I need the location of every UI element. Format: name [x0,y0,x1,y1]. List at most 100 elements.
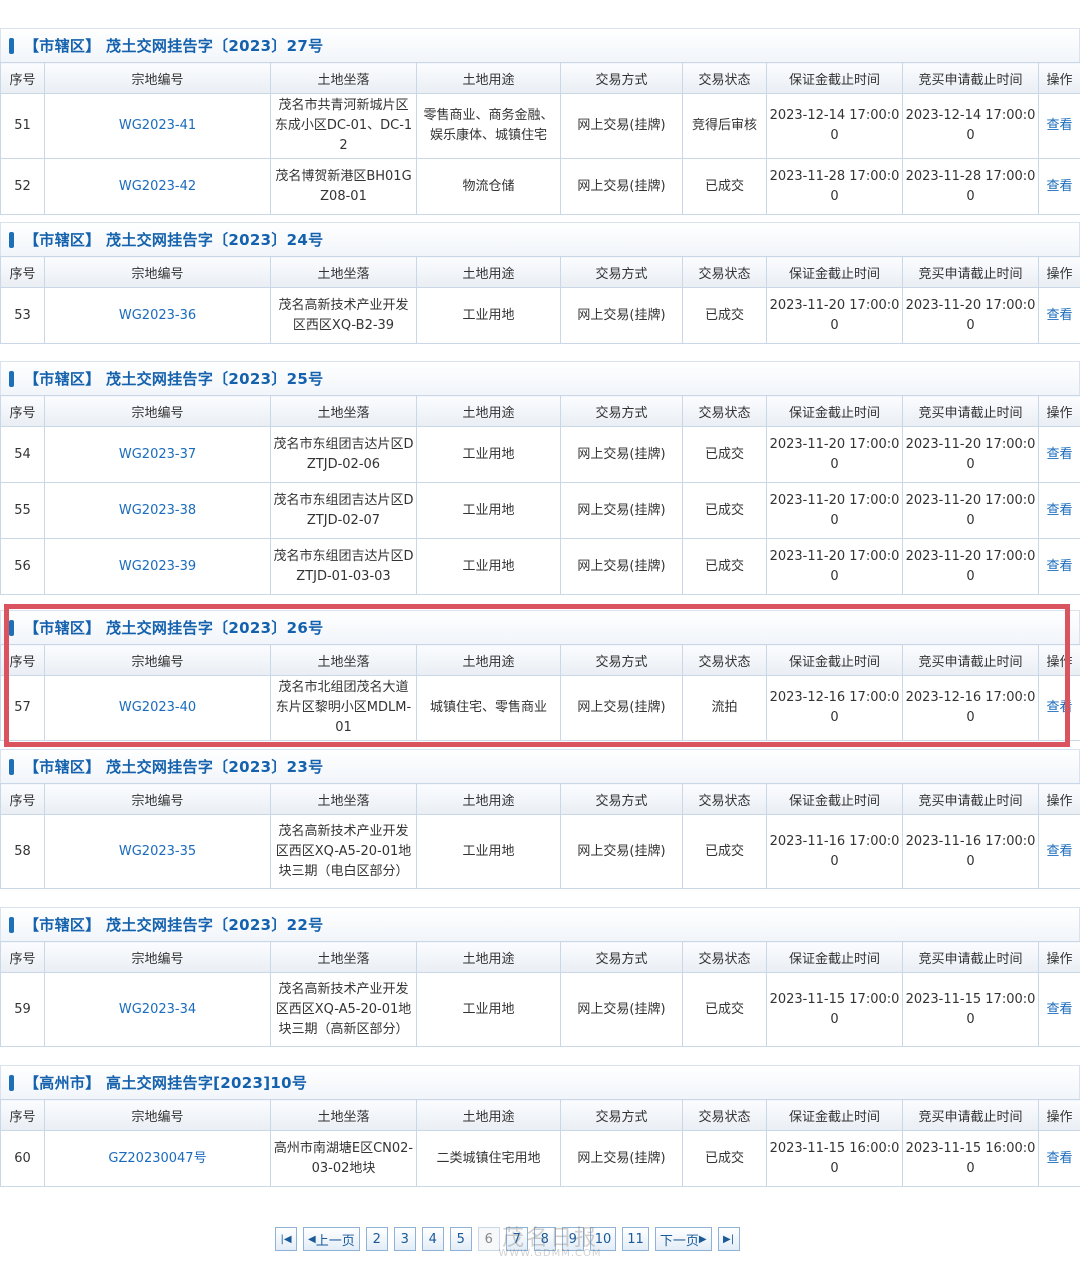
next-page-button[interactable]: 下一页 ▶ [654,1227,712,1251]
view-link[interactable]: 查看 [1038,538,1080,595]
page-11-button[interactable]: 11 [622,1227,649,1251]
view-link[interactable]: 查看 [1038,482,1080,539]
col-no-header: 序号 [0,783,45,815]
col-trade-status-header: 交易状态 [682,644,767,676]
page-10-button[interactable]: 10 [589,1227,617,1251]
table-row: 59 WG2023-34 茂名高新技术产业开发区西区XQ-A5-20-01地块三期（… [0,972,1080,1047]
listing-table: 序号 宗地编号 土地坐落 土地用途 交易方式 交易状态 保证金截止时间 竞买申请截止时间 操作 5… [0,644,1080,741]
col-deposit-deadline-header: 保证金截止时间 [766,941,903,973]
parcel-code-link[interactable]: WG2023-41 [44,93,271,159]
col-apply-deadline-header: 竞买申请截止时间 [902,256,1039,288]
table-row: 53 WG2023-36 茂名高新技术产业开发区西区XQ-B2-39 工业用地 网上交易… [0,287,1080,344]
page-9-button[interactable]: 9 [561,1227,584,1251]
page-3-button[interactable]: 3 [393,1227,416,1251]
land-use-cell: 工业用地 [416,287,561,344]
col-action-header: 操作 [1038,644,1080,676]
table-header-row: 序号 宗地编号 土地坐落 土地用途 交易方式 交易状态 保证金截止时间 竞买申请截止时间 操作 [0,395,1080,427]
section-header: 【市辖区】 茂土交网挂告字〔2023〕26号 [0,610,1080,644]
col-trade-method-header: 交易方式 [560,941,683,973]
col-trade-method-header: 交易方式 [560,395,683,427]
page-2-button[interactable]: 2 [365,1227,388,1251]
section-marker-icon [9,758,14,775]
deposit-deadline-cell: 2023-12-14 17:00:00 [766,93,903,159]
parcel-code-link[interactable]: GZ20230047号 [44,1130,271,1187]
deposit-deadline-cell: 2023-11-15 17:00:00 [766,972,903,1047]
last-page-button[interactable]: ▶| [717,1227,740,1251]
col-no-header: 序号 [0,1099,45,1131]
table-header-row: 序号 宗地编号 土地坐落 土地用途 交易方式 交易状态 保证金截止时间 竞买申请截止时间 操作 [0,644,1080,676]
land-use-cell: 工业用地 [416,538,561,595]
apply-deadline-cell: 2023-12-16 17:00:00 [902,675,1039,741]
parcel-code-link[interactable]: WG2023-42 [44,158,271,215]
section-title[interactable]: 【市辖区】 茂土交网挂告字〔2023〕27号 [24,35,323,56]
parcel-code-link[interactable]: WG2023-36 [44,287,271,344]
page-6-button[interactable]: 6 [477,1227,500,1251]
col-trade-method-header: 交易方式 [560,1099,683,1131]
col-deposit-deadline-header: 保证金截止时间 [766,1099,903,1131]
view-link[interactable]: 查看 [1038,426,1080,483]
listing-section: 【市辖区】 茂土交网挂告字〔2023〕26号序号 宗地编号 土地坐落 土地用途 交易方式… [0,610,1080,741]
table-row: 57 WG2023-40 茂名市北组团茂名大道东片区黎明小区MDLM-01 城镇住宅、… [0,675,1080,741]
first-page-button[interactable]: |◀ [275,1227,297,1251]
trade-status-cell: 已成交 [682,287,767,344]
table-row: 60 GZ20230047号 高州市南湖塘E区CN02-03-02地块 二类城镇住宅用… [0,1130,1080,1187]
table-row: 55 WG2023-38 茂名市东组团吉达片区DZTJD-02-07 工业用地 网上交易… [0,482,1080,539]
parcel-code-link[interactable]: WG2023-40 [44,675,271,741]
parcel-code-link[interactable]: WG2023-39 [44,538,271,595]
parcel-code-link[interactable]: WG2023-38 [44,482,271,539]
land-use-cell: 工业用地 [416,482,561,539]
deposit-deadline-cell: 2023-11-20 17:00:00 [766,426,903,483]
trade-status-cell: 已成交 [682,1130,767,1187]
col-no-header: 序号 [0,256,45,288]
prev-page-button[interactable]: ◀ 上一页 [303,1227,360,1251]
row-number: 53 [0,287,45,344]
page-5-button[interactable]: 5 [449,1227,472,1251]
row-number: 60 [0,1130,45,1187]
row-number: 55 [0,482,45,539]
view-link[interactable]: 查看 [1038,158,1080,215]
land-use-cell: 零售商业、商务金融、娱乐康体、城镇住宅 [416,93,561,159]
page-4-button[interactable]: 4 [421,1227,444,1251]
first-page-icon: |◀ [280,1233,292,1245]
land-use-cell: 工业用地 [416,426,561,483]
section-title[interactable]: 【市辖区】 茂土交网挂告字〔2023〕24号 [24,229,323,250]
apply-deadline-cell: 2023-11-16 17:00:00 [902,814,1039,889]
listing-table: 序号 宗地编号 土地坐落 土地用途 交易方式 交易状态 保证金截止时间 竞买申请截止时间 操作 5… [0,256,1080,344]
section-title[interactable]: 【市辖区】 茂土交网挂告字〔2023〕22号 [24,914,323,935]
view-link[interactable]: 查看 [1038,1130,1080,1187]
land-use-cell: 工业用地 [416,814,561,889]
col-location-header: 土地坐落 [270,256,417,288]
table-header-row: 序号 宗地编号 土地坐落 土地用途 交易方式 交易状态 保证金截止时间 竞买申请截止时间 操作 [0,62,1080,94]
section-title[interactable]: 【市辖区】 茂土交网挂告字〔2023〕26号 [24,617,323,638]
parcel-code-link[interactable]: WG2023-37 [44,426,271,483]
trade-status-cell: 已成交 [682,538,767,595]
col-action-header: 操作 [1038,1099,1080,1131]
view-link[interactable]: 查看 [1038,675,1080,741]
table-header-row: 序号 宗地编号 土地坐落 土地用途 交易方式 交易状态 保证金截止时间 竞买申请截止时间 操作 [0,256,1080,288]
col-apply-deadline-header: 竞买申请截止时间 [902,783,1039,815]
view-link[interactable]: 查看 [1038,93,1080,159]
col-no-header: 序号 [0,62,45,94]
page-8-button[interactable]: 8 [533,1227,556,1251]
view-link[interactable]: 查看 [1038,287,1080,344]
next-page-label: 下一页 [659,1233,699,1249]
col-trade-status-header: 交易状态 [682,783,767,815]
section-title[interactable]: 【高州市】 高土交网挂告字[2023]10号 [24,1072,307,1093]
col-trade-method-header: 交易方式 [560,644,683,676]
view-link[interactable]: 查看 [1038,814,1080,889]
location-cell: 茂名市共青河新城片区东成小区DC-01、DC-12 [270,93,417,159]
section-title[interactable]: 【市辖区】 茂土交网挂告字〔2023〕23号 [24,756,323,777]
parcel-code-link[interactable]: WG2023-35 [44,814,271,889]
parcel-code-link[interactable]: WG2023-34 [44,972,271,1047]
section-marker-icon [9,1074,14,1091]
col-land-use-header: 土地用途 [416,644,561,676]
listing-table: 序号 宗地编号 土地坐落 土地用途 交易方式 交易状态 保证金截止时间 竞买申请截止时间 操作 5… [0,783,1080,889]
view-link[interactable]: 查看 [1038,972,1080,1047]
land-use-cell: 城镇住宅、零售商业 [416,675,561,741]
section-title[interactable]: 【市辖区】 茂土交网挂告字〔2023〕25号 [24,368,323,389]
listing-section: 【市辖区】 茂土交网挂告字〔2023〕27号序号 宗地编号 土地坐落 土地用途 交易方式… [0,28,1080,215]
col-land-use-header: 土地用途 [416,395,561,427]
page-7-button[interactable]: 7 [505,1227,528,1251]
col-parcel-code-header: 宗地编号 [44,941,271,973]
trade-status-cell: 已成交 [682,482,767,539]
